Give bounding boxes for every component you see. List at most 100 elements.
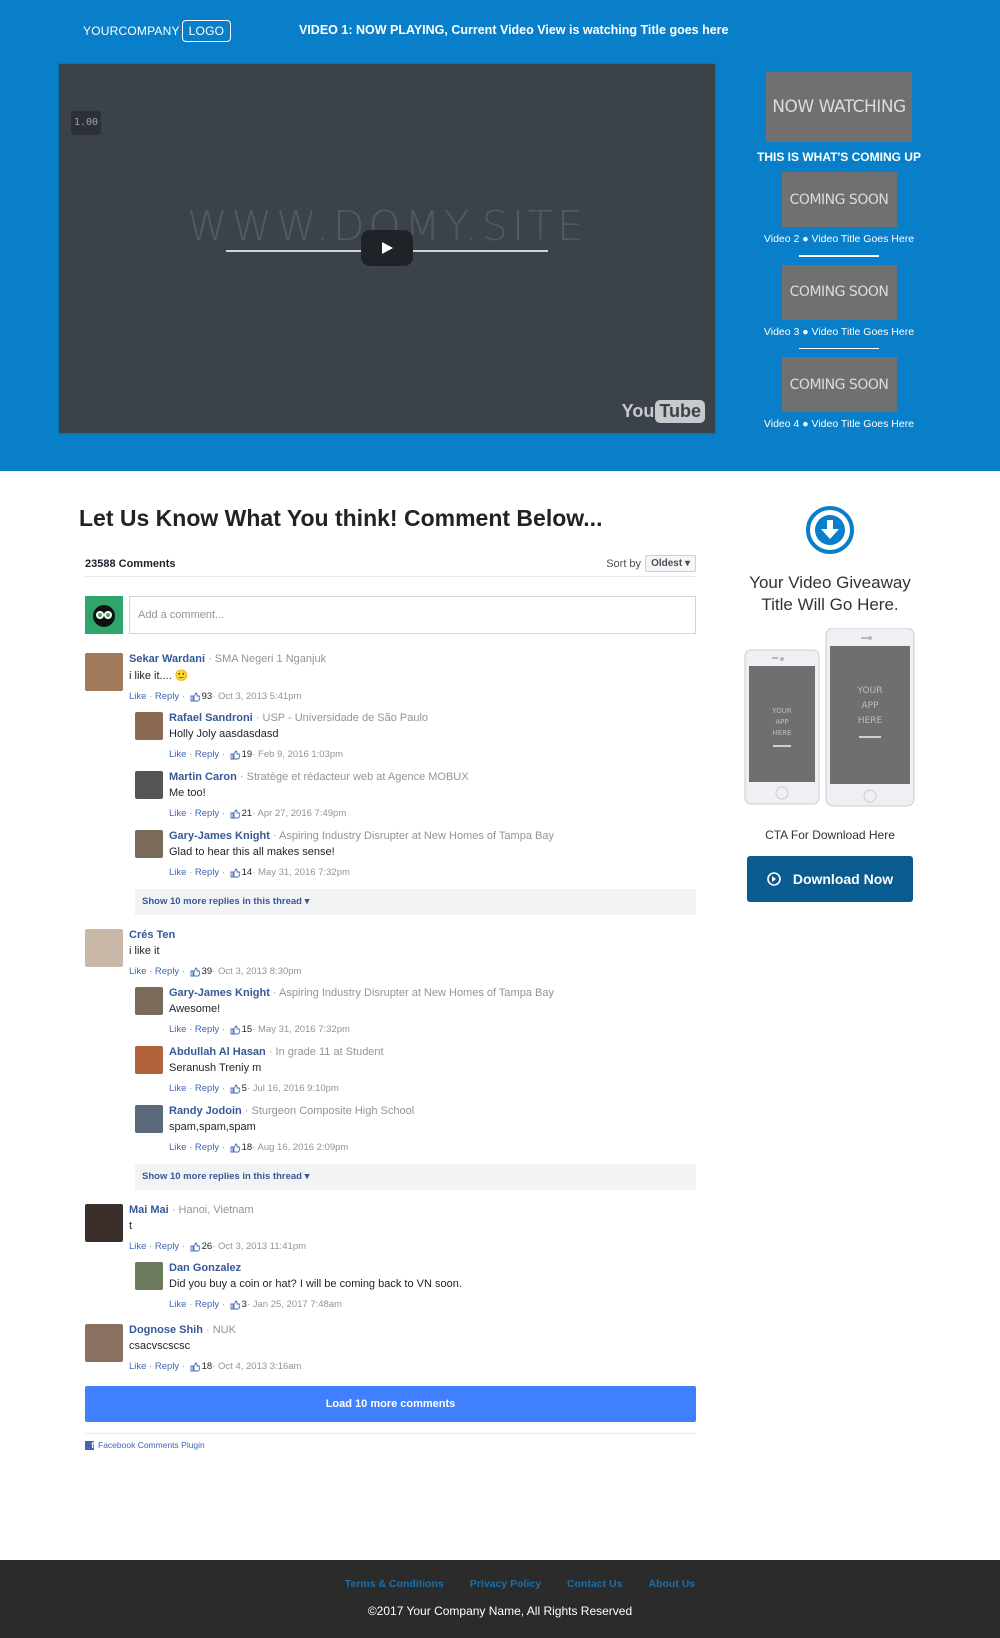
playlist-title[interactable]: Video 3 ● Video Title Goes Here bbox=[748, 326, 930, 338]
playlist-title[interactable]: Video 2 ● Video Title Goes Here bbox=[748, 233, 930, 245]
youtube-logo[interactable]: You Tube bbox=[622, 400, 705, 423]
like-link[interactable]: Like bbox=[129, 691, 146, 702]
svg-text:HERE: HERE bbox=[858, 716, 883, 726]
download-now-button[interactable]: Download Now bbox=[747, 856, 913, 902]
comment-author-line: Gary-James Knight · Aspiring Industry Di… bbox=[169, 830, 554, 842]
now-watching-thumb[interactable]: NOW WATCHING bbox=[766, 72, 912, 142]
avatar[interactable] bbox=[135, 1046, 163, 1074]
like-link[interactable]: Like bbox=[169, 1024, 186, 1035]
like-link[interactable]: Like bbox=[169, 867, 186, 878]
comment-date[interactable]: · Aug 16, 2016 2:09pm bbox=[252, 1142, 348, 1153]
comment-text: Me too! bbox=[169, 787, 206, 799]
separator: · bbox=[186, 749, 195, 760]
giveaway-panel: Your Video Giveaway Title Will Go Here. … bbox=[730, 505, 930, 902]
play-button[interactable] bbox=[361, 230, 413, 266]
like-count: 93 bbox=[201, 691, 213, 702]
comment-author[interactable]: Abdullah Al Hasan bbox=[169, 1046, 266, 1058]
avatar[interactable] bbox=[135, 1105, 163, 1133]
comment-date[interactable]: · Apr 27, 2016 7:49pm bbox=[252, 808, 346, 819]
comment-date[interactable]: · Oct 3, 2013 8:30pm bbox=[212, 966, 301, 977]
avatar[interactable] bbox=[85, 653, 123, 691]
show-more-replies-link[interactable]: Show 10 more replies in this thread ▾ bbox=[135, 1164, 696, 1190]
avatar[interactable] bbox=[85, 1204, 123, 1242]
avatar[interactable] bbox=[135, 771, 163, 799]
comment-date[interactable]: · Jul 16, 2016 9:10pm bbox=[247, 1083, 339, 1094]
comment-author[interactable]: Mai Mai bbox=[129, 1204, 169, 1216]
sort-dropdown[interactable]: Oldest ▾ bbox=[645, 555, 696, 572]
like-link[interactable]: Like bbox=[169, 1299, 186, 1310]
comment-author-meta: · Hanoi, Vietnam bbox=[168, 1204, 254, 1216]
comment-body: Sekar Wardani · SMA Negeri 1 Nganjuk i li… bbox=[129, 653, 326, 702]
comment-body: Dan Gonzalez Did you buy a coin or hat? I… bbox=[169, 1262, 462, 1310]
reply: Dan Gonzalez Did you buy a coin or hat? I… bbox=[135, 1262, 696, 1310]
playlist-thumb[interactable]: COMING SOON bbox=[781, 264, 897, 320]
comment-date[interactable]: · Oct 3, 2013 5:41pm bbox=[212, 691, 301, 702]
comment-date[interactable]: · May 31, 2016 7:32pm bbox=[252, 867, 350, 878]
avatar[interactable] bbox=[135, 1262, 163, 1290]
footer-link-contact[interactable]: Contact Us bbox=[567, 1578, 622, 1590]
footer-link-terms[interactable]: Terms & Conditions bbox=[345, 1578, 444, 1590]
brand[interactable]: YOURCOMPANY LOGO bbox=[83, 18, 232, 43]
svg-text:APP: APP bbox=[775, 718, 788, 726]
avatar[interactable] bbox=[135, 712, 163, 740]
like-link[interactable]: Like bbox=[169, 808, 186, 819]
comment-date[interactable]: · Feb 9, 2016 1:03pm bbox=[252, 749, 343, 760]
comment-author[interactable]: Randy Jodoin bbox=[169, 1105, 242, 1117]
separator: · bbox=[179, 1361, 188, 1372]
reply-link[interactable]: Reply bbox=[195, 1024, 219, 1035]
comment-author[interactable]: Dognose Shih bbox=[129, 1324, 203, 1336]
separator: · bbox=[219, 1083, 228, 1094]
playlist-item[interactable]: COMING SOON Video 3 ● Video Title Goes H… bbox=[748, 264, 930, 349]
comment-author[interactable]: Martin Caron bbox=[169, 771, 237, 783]
comment-author[interactable]: Gary-James Knight bbox=[169, 987, 270, 999]
load-more-comments-button[interactable]: Load 10 more comments bbox=[85, 1386, 696, 1422]
show-more-replies-link[interactable]: Show 10 more replies in this thread ▾ bbox=[135, 889, 696, 915]
avatar[interactable] bbox=[135, 987, 163, 1015]
comment-author[interactable]: Gary-James Knight bbox=[169, 830, 270, 842]
comment-date[interactable]: · May 31, 2016 7:32pm bbox=[252, 1024, 350, 1035]
playlist-item[interactable]: COMING SOON Video 4 ● Video Title Goes H… bbox=[748, 357, 930, 430]
playlist-divider bbox=[799, 255, 879, 257]
facebook-plugin-link[interactable]: f Facebook Comments Plugin bbox=[85, 1433, 696, 1450]
playlist-item[interactable]: COMING SOON Video 2 ● Video Title Goes H… bbox=[748, 172, 930, 257]
avatar[interactable] bbox=[85, 929, 123, 967]
avatar[interactable] bbox=[85, 1324, 123, 1362]
separator: · bbox=[219, 1024, 228, 1035]
playlist-thumb[interactable]: COMING SOON bbox=[781, 357, 897, 412]
footer-link-privacy[interactable]: Privacy Policy bbox=[470, 1578, 541, 1590]
avatar[interactable] bbox=[135, 830, 163, 858]
comment-input[interactable]: Add a comment... bbox=[129, 596, 696, 634]
comment-author[interactable]: Sekar Wardani bbox=[129, 653, 205, 665]
reply-link[interactable]: Reply bbox=[195, 1142, 219, 1153]
like-link[interactable]: Like bbox=[169, 1083, 186, 1094]
reply-link[interactable]: Reply bbox=[155, 966, 179, 977]
reply-link[interactable]: Reply bbox=[195, 1299, 219, 1310]
comment-author[interactable]: Dan Gonzalez bbox=[169, 1262, 241, 1274]
video-player[interactable]: 1.00 WWW.DOMY.SITE You Tube bbox=[59, 64, 715, 433]
reply-link[interactable]: Reply bbox=[155, 1241, 179, 1252]
reply-link[interactable]: Reply bbox=[155, 1361, 179, 1372]
reply-link[interactable]: Reply bbox=[195, 1083, 219, 1094]
comments-heading: Let Us Know What You think! Comment Belo… bbox=[79, 505, 603, 531]
reply-link[interactable]: Reply bbox=[155, 691, 179, 702]
reply: Rafael Sandroni · USP - Universidade de … bbox=[135, 712, 696, 760]
reply-link[interactable]: Reply bbox=[195, 867, 219, 878]
like-link[interactable]: Like bbox=[129, 1361, 146, 1372]
playback-speed[interactable]: 1.00 bbox=[71, 111, 101, 135]
comment-author[interactable]: Crés Ten bbox=[129, 929, 175, 941]
footer-link-about[interactable]: About Us bbox=[648, 1578, 695, 1590]
like-link[interactable]: Like bbox=[129, 1241, 146, 1252]
comment-date[interactable]: · Oct 3, 2013 11:41pm bbox=[212, 1241, 306, 1252]
comment-date[interactable]: · Oct 4, 2013 3:16am bbox=[212, 1361, 301, 1372]
playlist-title[interactable]: Video 4 ● Video Title Goes Here bbox=[748, 418, 930, 430]
like-count: 14 bbox=[241, 867, 253, 878]
comment-author[interactable]: Rafael Sandroni bbox=[169, 712, 253, 724]
comment-date[interactable]: · Jan 25, 2017 7:48am bbox=[247, 1299, 342, 1310]
footer-links: Terms & Conditions Privacy Policy Contac… bbox=[0, 1578, 1000, 1590]
like-link[interactable]: Like bbox=[169, 1142, 186, 1153]
like-link[interactable]: Like bbox=[169, 749, 186, 760]
like-link[interactable]: Like bbox=[129, 966, 146, 977]
playlist-thumb[interactable]: COMING SOON bbox=[781, 172, 897, 227]
reply-link[interactable]: Reply bbox=[195, 749, 219, 760]
reply-link[interactable]: Reply bbox=[195, 808, 219, 819]
